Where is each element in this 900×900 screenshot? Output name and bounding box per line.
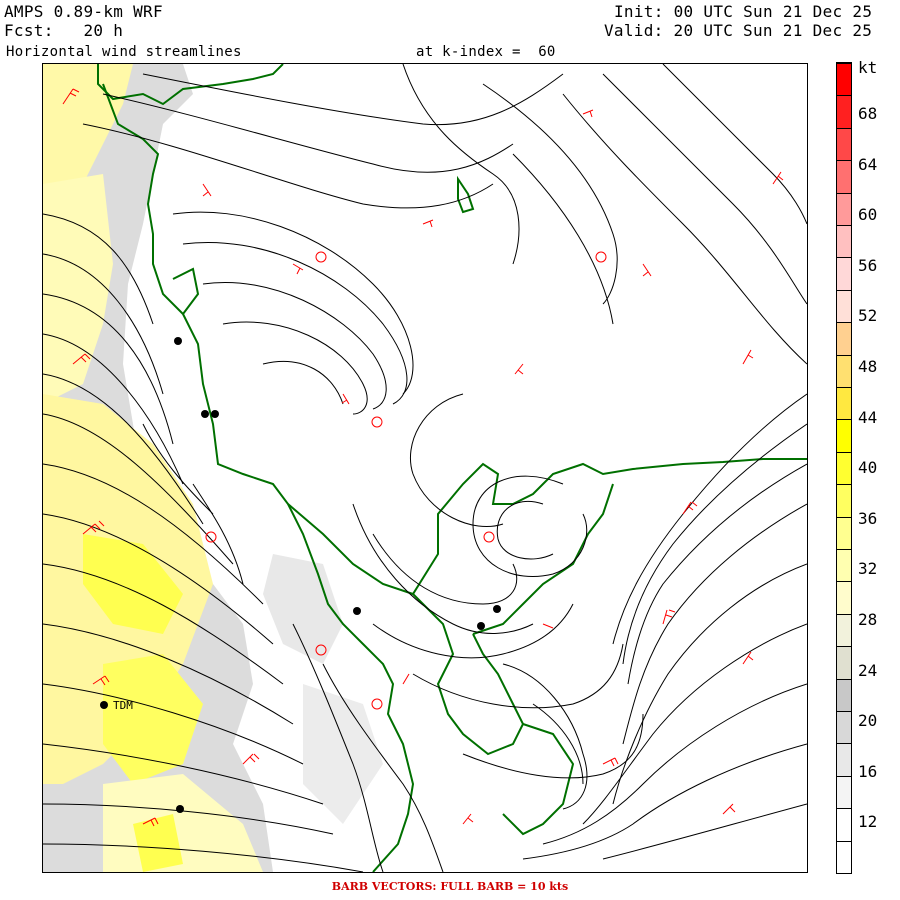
colorbar-segment: [837, 322, 851, 355]
colorbar-segment: [837, 743, 851, 776]
valid-time: Valid: 20 UTC Sun 21 Dec 25: [604, 21, 873, 40]
colorbar-segment: [837, 95, 851, 128]
colorbar-tick-label: 56: [858, 255, 878, 275]
map-panel: TDM: [42, 63, 808, 873]
level-info: at k-index = 60: [416, 44, 556, 60]
colorbar-segment: [837, 63, 851, 96]
colorbar-tick-label: 32: [858, 559, 878, 579]
colorbar-segment: [837, 451, 851, 485]
colorbar-segment: [837, 289, 851, 323]
forecast-hour: Fcst: 20 h: [4, 21, 124, 40]
station-label-tdm: TDM: [113, 699, 133, 712]
colorbar-tick-label: 60: [858, 205, 878, 225]
colorbar-segment: [837, 775, 851, 809]
init-time: Init: 00 UTC Sun 21 Dec 25: [614, 2, 873, 21]
colorbar-tick-label: 16: [858, 761, 878, 781]
colorbar-tick-label: 28: [858, 610, 878, 629]
colorbar-segment: [837, 160, 851, 193]
colorbar-segment: [837, 354, 851, 387]
colorbar-tick-label: 68: [858, 104, 878, 123]
colorbar-tick-label: 44: [858, 407, 878, 427]
model-title: AMPS 0.89-km WRF: [4, 2, 163, 21]
wind-speed-colorbar: [836, 62, 852, 874]
colorbar-segment: [837, 613, 851, 647]
colorbar-segment: [837, 127, 851, 161]
colorbar-segment: [837, 581, 851, 614]
colorbar-tick-label: 12: [858, 812, 878, 832]
barb-legend: BARB VECTORS: FULL BARB = 10 kts: [331, 880, 569, 893]
colorbar-tick-label: 52: [858, 306, 878, 326]
colorbar-tick-label: 64: [858, 154, 878, 174]
colorbar-segment: [837, 484, 851, 517]
colorbar-segment: [837, 549, 851, 582]
colorbar-tick-label: 24: [858, 660, 878, 680]
colorbar-segment: [837, 387, 851, 420]
colorbar-segment: [837, 192, 851, 225]
colorbar-tick-label: 40: [858, 458, 878, 478]
colorbar-unit: kt: [858, 58, 878, 77]
streamline-map: TDM: [43, 64, 807, 872]
colorbar-tick-label: 20: [858, 711, 878, 731]
colorbar-segment: [837, 808, 851, 841]
colorbar-segment: [837, 419, 851, 452]
colorbar-segment: [837, 225, 851, 258]
colorbar-segment: [837, 711, 851, 744]
colorbar-segment: [837, 646, 851, 679]
colorbar-segment: [837, 257, 851, 290]
colorbar-segment: [837, 678, 851, 711]
colorbar-segment: [837, 516, 851, 549]
colorbar-segment: [837, 840, 851, 873]
colorbar-tick-label: 48: [858, 357, 878, 376]
field-name: Horizontal wind streamlines: [6, 44, 242, 60]
colorbar-tick-label: 36: [858, 508, 878, 528]
